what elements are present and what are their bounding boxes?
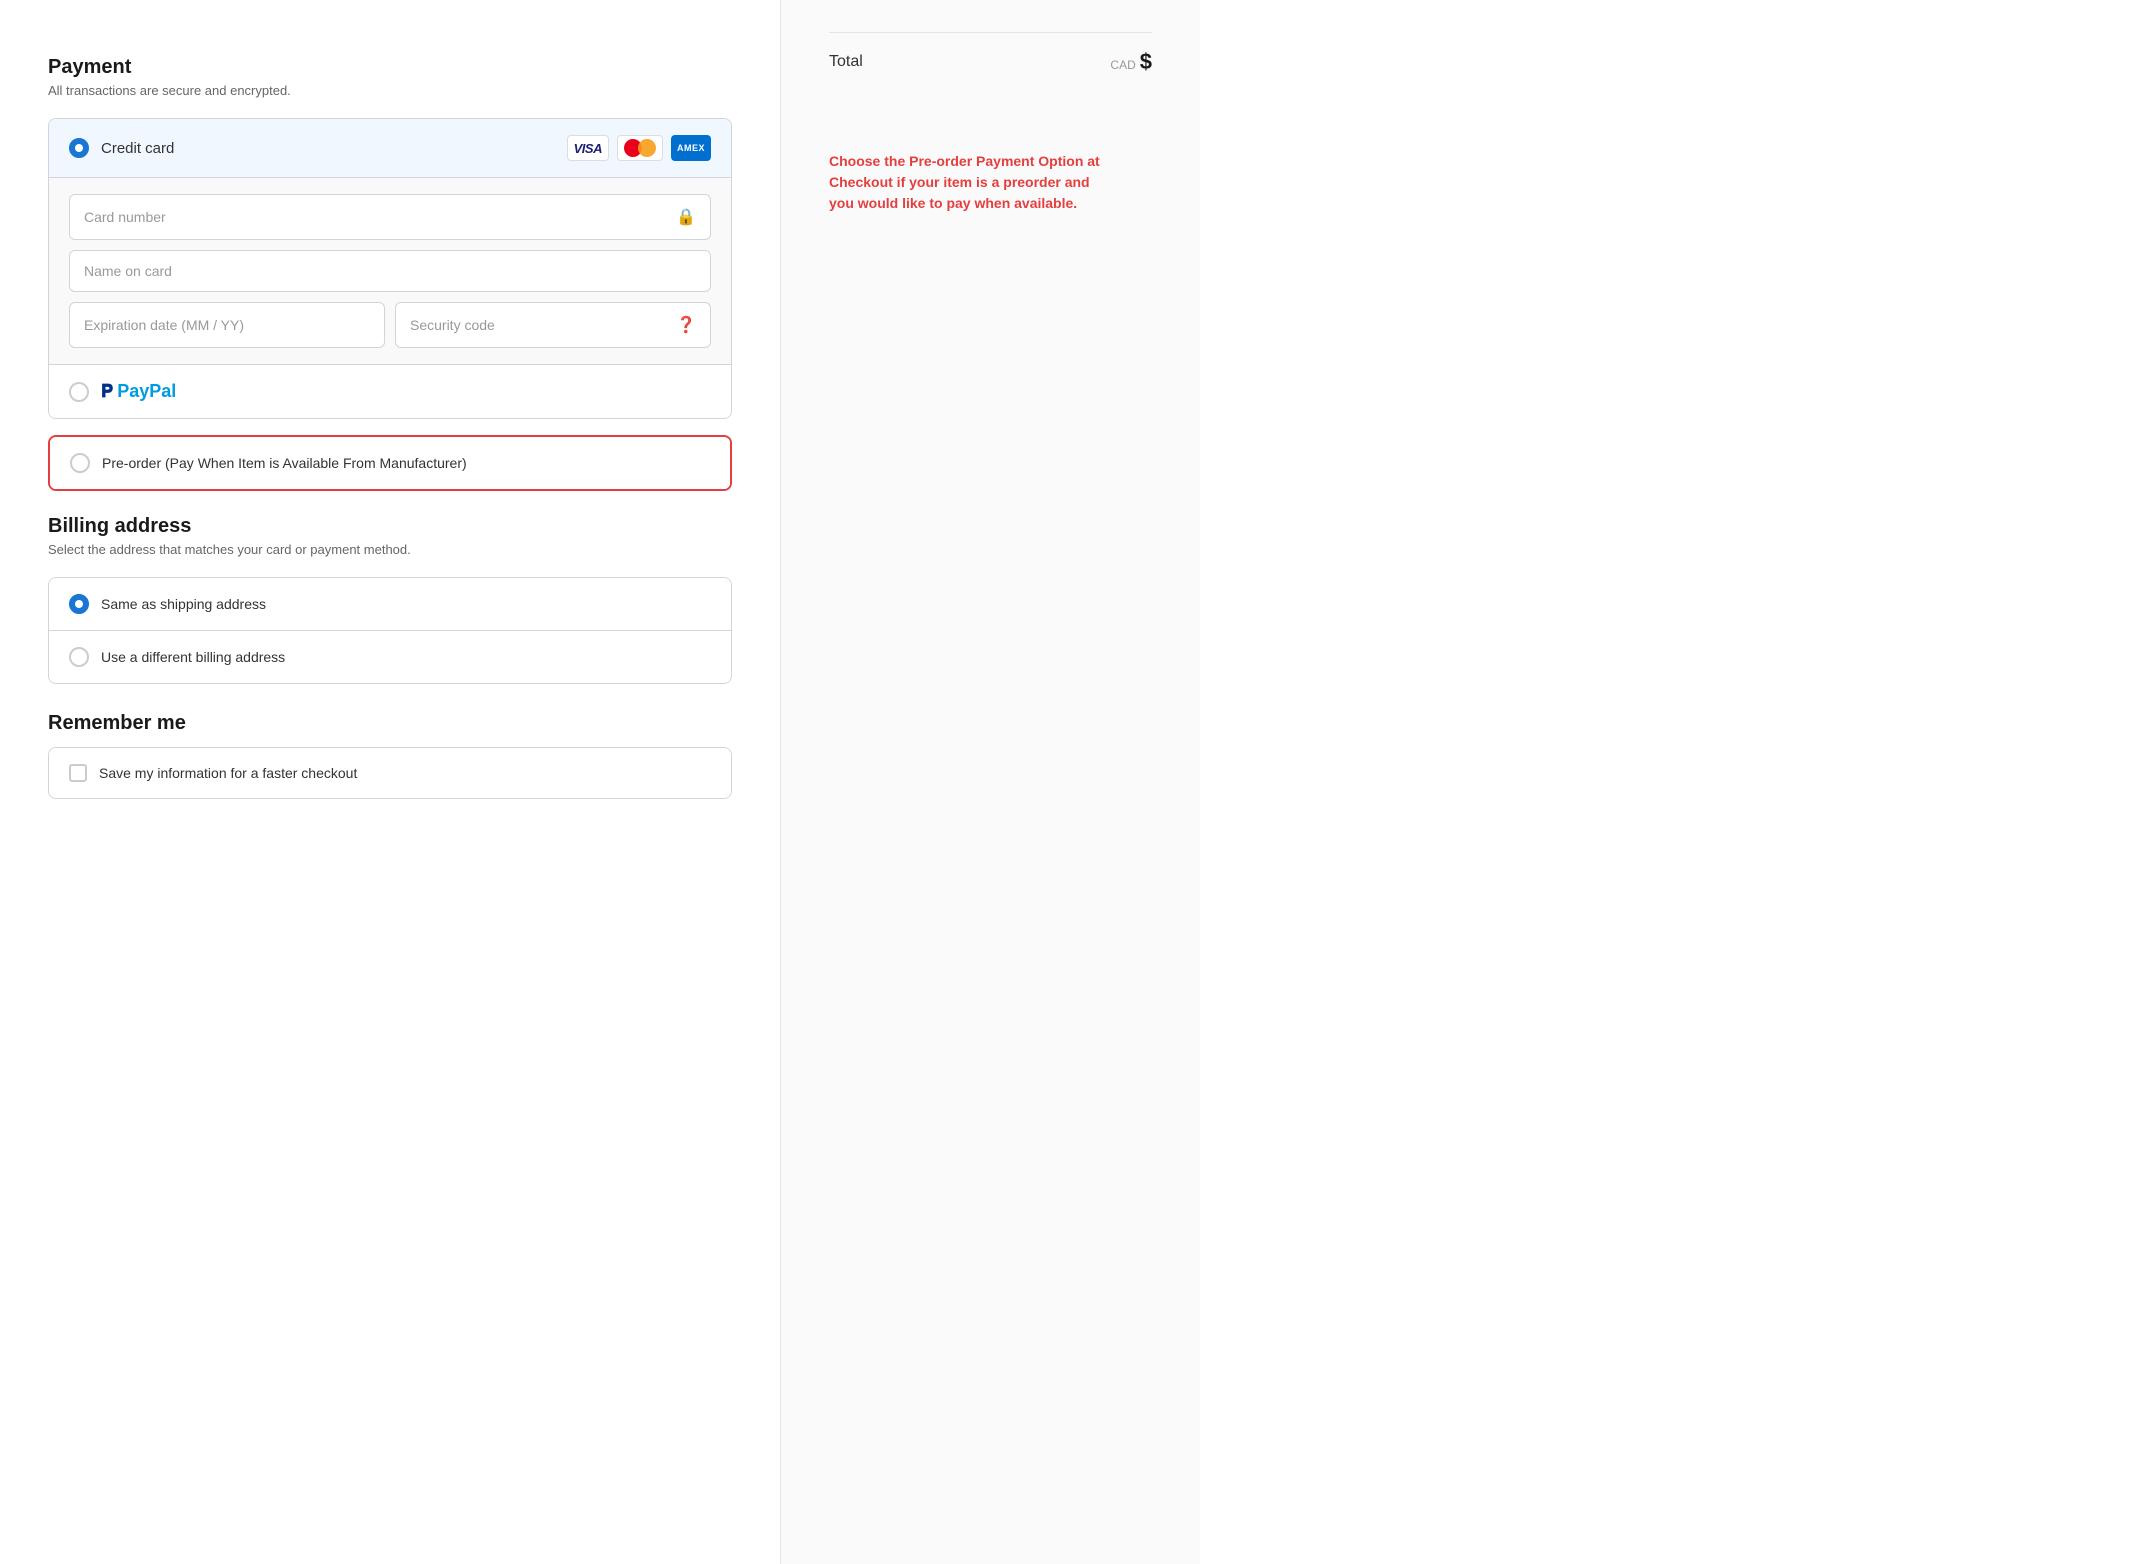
payment-section: Payment All transactions are secure and …	[48, 56, 732, 98]
credit-card-label: Credit card	[69, 138, 567, 158]
price-value: $	[1140, 49, 1152, 75]
paypal-radio[interactable]	[69, 382, 89, 402]
different-billing-label: Use a different billing address	[101, 649, 285, 665]
credit-card-text: Credit card	[101, 140, 174, 157]
card-fields: 🔒 ❓	[49, 178, 731, 364]
preorder-message-container: Choose the Pre-order Payment Option at C…	[829, 131, 1152, 214]
billing-options: Same as shipping address Use a different…	[48, 577, 732, 684]
visa-icon: VISA	[567, 135, 609, 161]
paypal-text: PayPal	[117, 381, 176, 402]
same-as-shipping-label: Same as shipping address	[101, 596, 266, 612]
different-billing-radio[interactable]	[69, 647, 89, 667]
total-value: CAD $	[1110, 49, 1152, 75]
remember-me-section: Remember me Save my information for a fa…	[48, 712, 732, 799]
preorder-radio[interactable]	[70, 453, 90, 473]
preorder-message: Choose the Pre-order Payment Option at C…	[829, 151, 1109, 214]
credit-card-radio[interactable]	[69, 138, 89, 158]
mastercard-icon	[617, 135, 663, 161]
amex-icon: AMEX	[671, 135, 711, 161]
expiration-date-input[interactable]	[84, 317, 370, 333]
card-number-input[interactable]	[84, 209, 668, 225]
payment-title: Payment	[48, 56, 732, 79]
remember-title: Remember me	[48, 712, 732, 735]
credit-card-option[interactable]: Credit card VISA AMEX	[49, 119, 731, 178]
main-content: Payment All transactions are secure and …	[0, 0, 780, 1564]
preorder-label: Pre-order (Pay When Item is Available Fr…	[102, 455, 467, 471]
save-info-option[interactable]: Save my information for a faster checkou…	[49, 748, 731, 798]
mc-circle-right	[638, 139, 656, 157]
save-info-checkbox[interactable]	[69, 764, 87, 782]
security-code-field[interactable]: ❓	[395, 302, 711, 348]
sidebar: Total CAD $ Choose the Pre-order Payment…	[780, 0, 1200, 1564]
preorder-option[interactable]: Pre-order (Pay When Item is Available Fr…	[50, 437, 730, 489]
question-icon: ❓	[676, 315, 696, 335]
paypal-p-icon: 𝐏	[101, 381, 113, 402]
save-info-label: Save my information for a faster checkou…	[99, 765, 357, 781]
same-as-shipping-option[interactable]: Same as shipping address	[49, 578, 731, 631]
name-on-card-field[interactable]	[69, 250, 711, 292]
total-label: Total	[829, 53, 863, 71]
paypal-logo: 𝐏 PayPal	[101, 381, 176, 402]
security-code-input[interactable]	[410, 317, 668, 333]
payment-subtitle: All transactions are secure and encrypte…	[48, 83, 732, 98]
card-number-field[interactable]: 🔒	[69, 194, 711, 240]
total-row: Total CAD $	[829, 32, 1152, 91]
same-as-shipping-radio[interactable]	[69, 594, 89, 614]
billing-subtitle: Select the address that matches your car…	[48, 542, 732, 557]
lock-icon: 🔒	[676, 207, 696, 227]
credit-card-box: Credit card VISA AMEX �	[48, 118, 732, 419]
paypal-option[interactable]: 𝐏 PayPal	[49, 364, 731, 418]
expiry-security-row: ❓	[69, 302, 711, 348]
currency-label: CAD	[1110, 58, 1135, 72]
preorder-box: Pre-order (Pay When Item is Available Fr…	[48, 435, 732, 491]
billing-title: Billing address	[48, 515, 732, 538]
remember-box: Save my information for a faster checkou…	[48, 747, 732, 799]
card-icons: VISA AMEX	[567, 135, 711, 161]
expiration-date-field[interactable]	[69, 302, 385, 348]
billing-address-section: Billing address Select the address that …	[48, 515, 732, 684]
different-billing-option[interactable]: Use a different billing address	[49, 631, 731, 683]
name-on-card-input[interactable]	[84, 263, 696, 279]
